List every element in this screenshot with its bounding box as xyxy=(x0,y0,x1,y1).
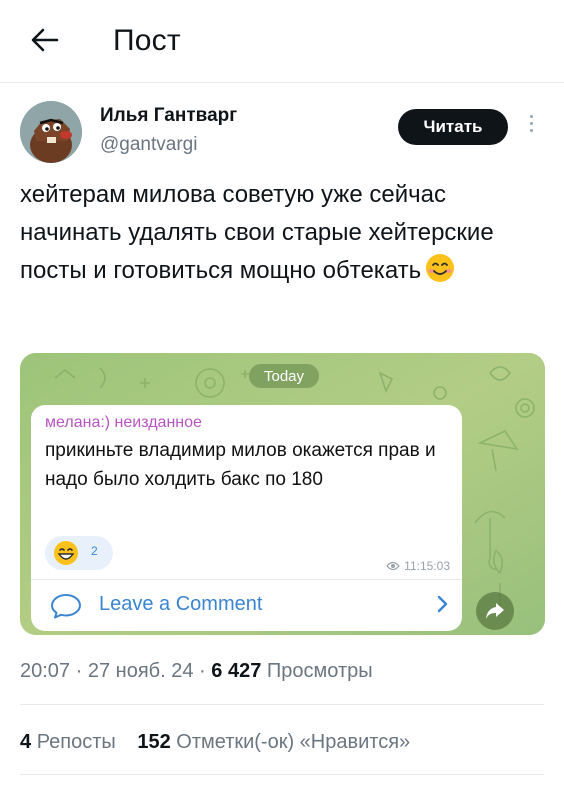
likes-label: Отметки(-ок) «Нравится» xyxy=(176,731,411,753)
post-text-content: хейтерам милова советую уже сейчас начин… xyxy=(20,181,494,284)
leave-comment-label: Leave a Comment xyxy=(99,593,263,615)
divider xyxy=(20,704,544,705)
views-count: 6 427 xyxy=(211,660,262,682)
arrow-left-icon xyxy=(31,28,59,52)
message-sender: мелана:) неизданное xyxy=(45,414,202,431)
leave-comment-button[interactable]: Leave a Comment xyxy=(31,580,462,631)
post-time: 20:07 xyxy=(20,660,71,682)
views-label: Просмотры xyxy=(266,660,373,682)
reposts-count: 4 xyxy=(20,731,32,753)
reaction-chip[interactable]: 2 xyxy=(45,536,113,570)
separator-dot: · xyxy=(75,660,83,682)
share-arrow-icon xyxy=(486,603,504,619)
avatar[interactable] xyxy=(20,101,82,163)
eye-icon xyxy=(386,561,401,571)
page-title: Пост xyxy=(113,24,181,57)
grinning-face-emoji xyxy=(53,540,79,571)
likes-count: 152 xyxy=(137,731,171,753)
post-text: хейтерам милова советую уже сейчас начин… xyxy=(20,176,545,295)
smiling-face-emoji xyxy=(425,253,455,295)
message-meta: 11:15:03 xyxy=(386,559,450,573)
date-pill: Today xyxy=(249,364,319,388)
reposts-stat[interactable]: 4 Репосты xyxy=(20,731,116,753)
reaction-count: 2 xyxy=(91,544,98,558)
message-time: 11:15:03 xyxy=(404,559,450,573)
likes-stat[interactable]: 152 Отметки(-ок) «Нравится» xyxy=(137,731,410,753)
message-bubble: мелана:) неизданное прикиньте владимир м… xyxy=(31,405,462,631)
message-text: прикиньте владимир милов окажется прав и… xyxy=(45,440,436,490)
engagement-stats: 4 Репосты 152 Отметки(-ок) «Нравится» xyxy=(20,731,410,754)
more-options-icon[interactable] xyxy=(523,112,539,142)
post-meta: 20:07 · 27 нояб. 24 · 6 427 Просмотры xyxy=(20,660,373,683)
author-handle: @gantvargi xyxy=(100,134,198,155)
top-bar: Пост xyxy=(0,0,564,83)
chevron-right-icon xyxy=(437,594,449,620)
back-button[interactable] xyxy=(26,22,62,58)
author-name[interactable]: Илья Гантварг xyxy=(100,105,237,127)
divider xyxy=(20,774,544,775)
post-image[interactable]: Today мелана:) неизданное прикиньте влад… xyxy=(20,353,545,635)
comment-bubble-icon xyxy=(50,593,82,624)
follow-button[interactable]: Читать xyxy=(398,109,508,145)
share-forward-button[interactable] xyxy=(476,592,514,630)
separator-dot: · xyxy=(199,660,206,682)
reposts-label: Репосты xyxy=(36,731,116,753)
post-date: 27 нояб. 24 xyxy=(87,660,194,682)
